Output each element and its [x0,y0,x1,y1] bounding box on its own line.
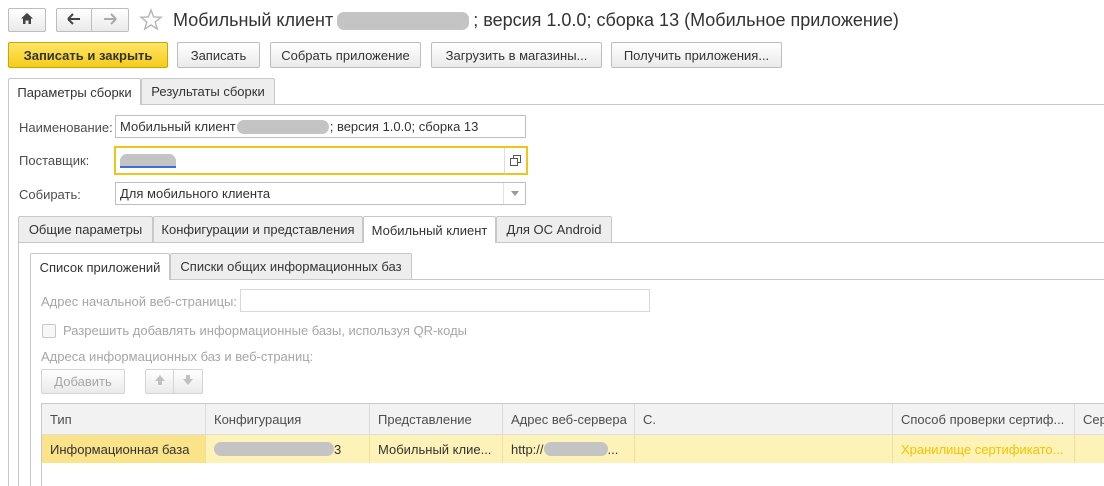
home-button[interactable] [8,8,46,32]
chevron-down-icon[interactable] [503,183,525,204]
supplier-field[interactable] [114,146,528,175]
start-page-input[interactable] [240,289,650,312]
get-apps-button[interactable]: Получить приложения... [611,42,782,68]
cell-type[interactable]: Информационная база [42,435,206,463]
redacted-text [543,442,608,456]
tab-build-params[interactable]: Параметры сборки [8,78,141,105]
cell-address-suffix: ... [607,441,619,457]
cell-configuration[interactable]: 3 [206,435,370,463]
home-icon [20,12,34,28]
forward-button[interactable] [91,8,129,32]
name-suffix: ; версия 1.0.0; сборка 13 [329,119,479,134]
redacted-text [214,442,334,456]
column-header-configuration[interactable]: Конфигурация [206,404,370,434]
back-button[interactable] [56,8,92,32]
build-for-value: Для мобильного клиента [120,186,271,201]
addresses-label: Адреса информационных баз и веб-страниц: [41,349,314,364]
redacted-supplier-link[interactable] [120,153,176,168]
tab-mobile-client[interactable]: Мобильный клиент [363,216,496,243]
arrow-left-icon [67,12,81,28]
column-header-web-server-address[interactable]: Адрес веб-сервера [503,404,635,434]
name-field[interactable]: Мобильный клиент ; версия 1.0.0; сборка 1… [115,115,526,138]
save-and-close-button[interactable]: Записать и закрыть [8,42,168,68]
title-prefix: Мобильный клиент [173,10,334,30]
column-header-c[interactable]: С. [635,404,893,434]
cell-view[interactable]: Мобильный клие... [370,435,503,463]
star-icon[interactable] [139,7,163,32]
tab-android[interactable]: Для ОС Android [496,216,612,242]
sub-tabs-divider [18,242,1104,243]
cell-cert[interactable] [1075,435,1104,463]
build-for-label: Собирать: [19,187,81,202]
cell-cert-check-method[interactable]: Хранилище сертификато... [893,435,1075,463]
move-up-button[interactable] [145,369,174,394]
main-tab-panel-border [8,104,9,486]
column-header-cert-check-method[interactable]: Способ проверки сертиф... [893,404,1075,434]
save-button[interactable]: Записать [177,42,260,68]
move-down-button[interactable] [173,369,203,394]
name-prefix: Мобильный клиент [120,119,236,134]
add-button[interactable]: Добавить [41,369,125,394]
cell-web-server-address[interactable]: http://... [503,435,635,463]
cell-address-prefix: http:// [511,441,544,457]
start-page-label: Адрес начальной веб-страницы: [41,294,237,309]
cell-c[interactable] [635,435,893,463]
open-supplier-icon[interactable] [504,148,526,173]
main-tabs-divider [8,104,1104,105]
arrow-up-icon [154,374,166,389]
column-header-view[interactable]: Представление [370,404,503,434]
column-header-type[interactable]: Тип [42,404,206,434]
name-label: Наименование: [19,120,113,135]
tab-configs-views[interactable]: Конфигурации и представления [153,216,363,242]
supplier-label: Поставщик: [19,153,90,168]
redacted-text [337,12,470,31]
tab-app-list[interactable]: Список приложений [30,253,170,280]
qr-checkbox[interactable] [42,324,56,338]
qr-checkbox-label[interactable]: Разрешить добавлять информационные базы,… [63,323,467,338]
tab-shared-infobase-lists[interactable]: Списки общих информационных баз [170,253,412,279]
page-title: Мобильный клиент ; версия 1.0.0; сборка 1… [173,9,899,31]
arrow-down-icon [182,374,194,389]
inner-tab-panel-border [30,279,31,486]
cell-configuration-suffix: 3 [334,441,342,457]
redacted-text [236,119,329,134]
tab-general-params[interactable]: Общие параметры [18,216,153,242]
build-app-button[interactable]: Собрать приложение [270,42,421,68]
arrow-right-icon [103,12,117,28]
tab-build-results[interactable]: Результаты сборки [141,78,275,104]
build-for-select[interactable]: Для мобильного клиента [115,182,526,205]
title-suffix: ; версия 1.0.0; сборка 13 (Мобильное при… [473,10,899,30]
column-header-cert[interactable]: Сер [1075,404,1104,434]
sub-tab-panel-border [18,242,19,486]
upload-to-stores-button[interactable]: Загрузить в магазины... [431,42,602,68]
inner-tabs-divider [30,279,1104,280]
